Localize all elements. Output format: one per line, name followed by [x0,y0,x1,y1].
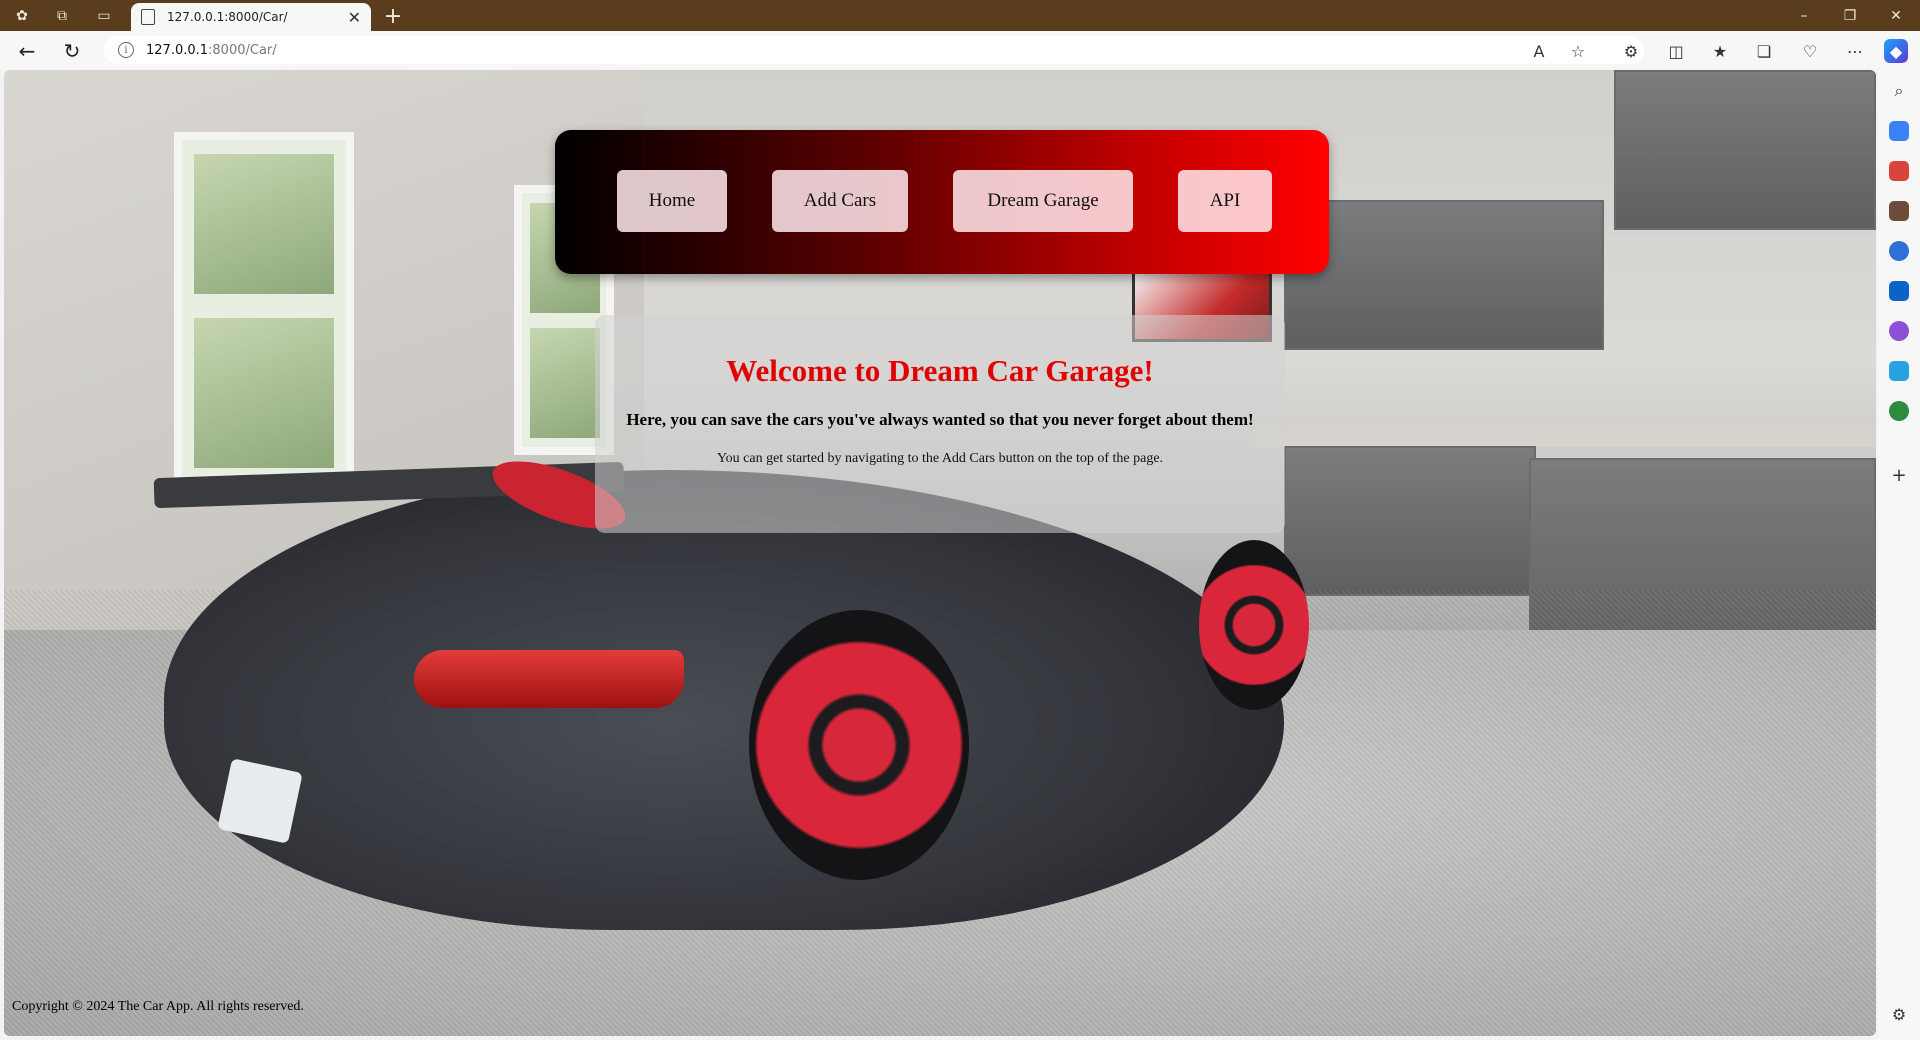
footer-copyright: Copyright © 2024 The Car App. All rights… [12,999,304,1014]
search-icon[interactable]: ⌕ [1889,81,1909,101]
tab-actions-icon[interactable]: ▭ [94,6,114,26]
close-window-button[interactable]: ✕ [1876,4,1916,28]
copilot-icon[interactable]: ◆ [1884,39,1908,63]
sports-car [164,470,1284,930]
nav-api-link[interactable]: API [1178,170,1272,232]
browser-tab[interactable]: 127.0.0.1:8000/Car/ ✕ [131,3,371,31]
counter-top [1254,425,1876,447]
tab-title: 127.0.0.1:8000/Car/ [167,10,288,24]
new-tab-button[interactable]: + [380,3,406,29]
send-icon[interactable] [1889,361,1909,381]
workspaces-icon[interactable]: ⧉ [52,6,72,26]
browser-titlebar: ✿ ⧉ ▭ 127.0.0.1:8000/Car/ ✕ + – ❐ ✕ [0,0,1920,31]
add-sidebar-icon[interactable]: + [1889,465,1909,486]
browser-sidebar: ⌕ + ⚙ [1878,69,1920,1040]
minimize-button[interactable]: – [1784,4,1824,28]
more-menu-icon[interactable]: ⋯ [1843,39,1867,63]
browser-essentials-icon[interactable]: ♡ [1798,39,1822,63]
sidebar-settings-icon[interactable]: ⚙ [1889,1005,1909,1025]
shopping-icon[interactable] [1889,121,1909,141]
main-nav: Home Add Cars Dream Garage API [555,130,1329,274]
welcome-subtitle: Here, you can save the cars you've alway… [626,410,1254,429]
address-bar-row: ← ↻ i 127.0.0.1 :8000/Car/ A ☆ ⚙ ◫ ★ ❏ ♡… [0,31,1920,69]
welcome-card: Welcome to Dream Car Garage! Here, you c… [595,315,1285,533]
read-aloud-icon[interactable]: A [1527,39,1551,63]
garage-window-left [174,132,354,492]
favorites-icon[interactable]: ★ [1708,39,1732,63]
lower-cabinets-left [1284,446,1536,596]
page-viewport: Home Add Cars Dream Garage API Welcome t… [4,70,1876,1036]
car-front-wheel [1199,540,1309,710]
tools-icon[interactable] [1889,161,1909,181]
back-button[interactable]: ← [14,38,40,64]
upper-cabinets [1284,200,1604,350]
nav-add-cars-link[interactable]: Add Cars [772,170,908,232]
car-license-plate [217,758,303,844]
extensions-icon[interactable]: ⚙ [1619,39,1643,63]
site-info-icon[interactable]: i [118,42,134,58]
car-rear-wheel [749,610,969,880]
url-input[interactable]: i 127.0.0.1 :8000/Car/ [104,36,1644,64]
url-path: :8000/Car/ [208,42,277,58]
games-icon[interactable] [1889,201,1909,221]
nav-home-link[interactable]: Home [617,170,727,232]
url-host: 127.0.0.1 [146,42,209,58]
collections-icon[interactable]: ❏ [1752,39,1776,63]
office-icon[interactable] [1889,241,1909,261]
close-tab-icon[interactable]: ✕ [348,8,361,27]
outlook-icon[interactable] [1889,281,1909,301]
refresh-button[interactable]: ↻ [59,38,85,64]
restore-button[interactable]: ❐ [1830,4,1870,28]
welcome-title: Welcome to Dream Car Garage! [726,353,1154,388]
designer-icon[interactable] [1889,321,1909,341]
split-screen-icon[interactable]: ◫ [1664,39,1688,63]
nav-dream-garage-link[interactable]: Dream Garage [953,170,1133,232]
page-icon [141,9,155,25]
welcome-body: You can get started by navigating to the… [716,451,1164,466]
tree-icon[interactable] [1889,401,1909,421]
favorite-star-icon[interactable]: ☆ [1566,39,1590,63]
app-menu-icon[interactable]: ✿ [12,6,32,26]
tall-cabinets [1614,70,1876,230]
car-tail-light [414,650,684,708]
